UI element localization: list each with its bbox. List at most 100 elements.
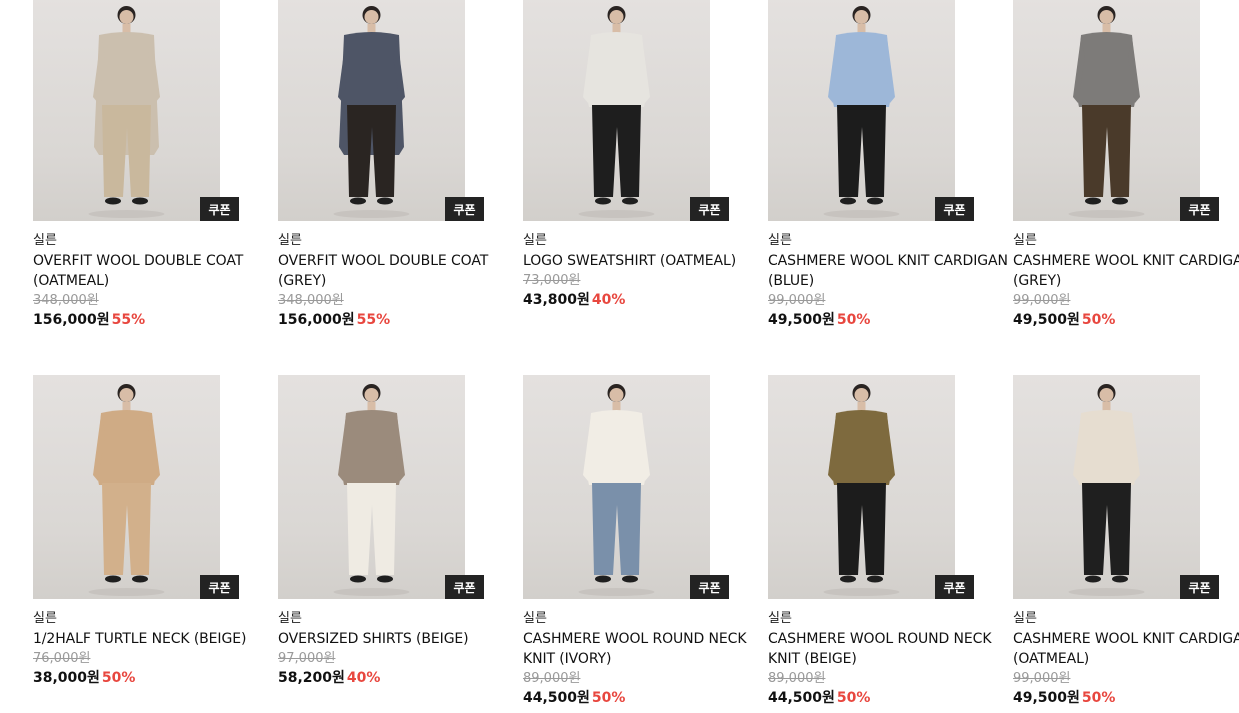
sale-price: 44,500원 [523, 690, 590, 706]
coupon-badge: 쿠폰 [935, 197, 974, 221]
coupon-badge: 쿠폰 [1180, 575, 1219, 599]
sale-price: 49,500원 [768, 312, 835, 328]
original-price: 99,000원 [1013, 671, 1071, 686]
garment-top [96, 410, 157, 485]
brand-name: 실른 [768, 233, 792, 248]
product-photo [823, 6, 900, 218]
product-grid: 쿠폰 실른 OVERFIT WOOL DOUBLE COAT (OATMEAL)… [0, 0, 1239, 713]
discount-rate: 50% [591, 690, 626, 706]
brand-name: 실른 [1013, 611, 1037, 626]
product-card[interactable]: 쿠폰 실른 1/2HALF TURTLE NECK (BEIGE) 76,000… [14, 375, 246, 688]
discount-rate: 50% [836, 690, 871, 706]
product-thumbnail-link[interactable]: 쿠폰 [33, 0, 239, 221]
product-thumbnail-link[interactable]: 쿠폰 [278, 375, 484, 599]
sale-price: 156,000원 [278, 312, 355, 328]
product-card[interactable]: 쿠폰 실른 OVERFIT WOOL DOUBLE COAT (OATMEAL)… [14, 0, 243, 330]
discount-rate: 55% [111, 312, 146, 328]
product-photo [1068, 384, 1145, 596]
product-thumbnail-link[interactable]: 쿠폰 [1013, 0, 1219, 221]
product-name-link[interactable]: OVERFIT WOOL DOUBLE COAT (GREY) [278, 251, 518, 291]
original-price: 76,000원 [33, 651, 91, 666]
product-photo [578, 6, 655, 218]
discount-rate: 50% [1081, 690, 1116, 706]
discount-rate: 50% [101, 670, 136, 686]
product-name-link[interactable]: CASHMERE WOOL ROUND NECK KNIT (BEIGE) [768, 629, 1008, 669]
product-card[interactable]: 쿠폰 실른 CASHMERE WOOL KNIT CARDIGAN (OATME… [994, 375, 1239, 708]
brand-name: 실른 [1013, 233, 1037, 248]
original-price: 99,000원 [768, 293, 826, 308]
product-name-link[interactable]: CASHMERE WOOL ROUND NECK KNIT (IVORY) [523, 629, 763, 669]
product-thumbnail-link[interactable]: 쿠폰 [278, 0, 484, 221]
product-name-link[interactable]: LOGO SWEATSHIRT (OATMEAL) [523, 251, 763, 271]
product-name-link[interactable]: 1/2HALF TURTLE NECK (BEIGE) [33, 629, 273, 649]
sale-price: 43,800원 [523, 292, 590, 308]
brand-name: 실른 [33, 611, 57, 626]
product-card[interactable]: 쿠폰 실른 CASHMERE WOOL ROUND NECK KNIT (BEI… [749, 375, 992, 708]
discount-rate: 50% [836, 312, 871, 328]
garment-top [831, 410, 892, 485]
original-price: 348,000원 [33, 293, 99, 308]
garment-bottom [1082, 105, 1131, 197]
sale-price: 156,000원 [33, 312, 110, 328]
coupon-badge: 쿠폰 [1180, 197, 1219, 221]
coupon-badge: 쿠폰 [690, 575, 729, 599]
product-card[interactable]: 쿠폰 실른 OVERSIZED SHIRTS (BEIGE) 97,000원 5… [259, 375, 484, 688]
product-thumbnail-link[interactable]: 쿠폰 [523, 0, 729, 221]
sale-price: 58,200원 [278, 670, 345, 686]
brand-name: 실른 [278, 233, 302, 248]
discount-rate: 50% [1081, 312, 1116, 328]
brand-name: 실른 [33, 233, 57, 248]
garment-top [831, 32, 892, 107]
product-photo [88, 6, 165, 218]
garment-bottom [1082, 483, 1131, 575]
garment-bottom [592, 105, 641, 197]
product-photo [333, 384, 410, 596]
product-photo [88, 384, 165, 596]
product-card[interactable]: 쿠폰 실른 CASHMERE WOOL KNIT CARDIGAN (BLUE)… [749, 0, 1008, 330]
product-card[interactable]: 쿠폰 실른 LOGO SWEATSHIRT (OATMEAL) 73,000원 … [504, 0, 736, 310]
coupon-badge: 쿠폰 [690, 197, 729, 221]
discount-rate: 40% [591, 292, 626, 308]
garment-top [1076, 32, 1137, 107]
product-photo [333, 6, 410, 218]
original-price: 99,000원 [1013, 293, 1071, 308]
product-thumbnail-link[interactable]: 쿠폰 [33, 375, 239, 599]
brand-name: 실른 [523, 233, 547, 248]
garment-bottom [347, 483, 396, 575]
garment-bottom [102, 483, 151, 575]
garment-top [341, 410, 402, 485]
product-thumbnail-link[interactable]: 쿠폰 [768, 0, 974, 221]
coupon-badge: 쿠폰 [445, 197, 484, 221]
original-price: 97,000원 [278, 651, 336, 666]
product-card[interactable]: 쿠폰 실른 OVERFIT WOOL DOUBLE COAT (GREY) 34… [259, 0, 488, 330]
product-thumbnail-link[interactable]: 쿠폰 [1013, 375, 1219, 599]
garment-top [1076, 410, 1137, 485]
product-card[interactable]: 쿠폰 실른 CASHMERE WOOL ROUND NECK KNIT (IVO… [504, 375, 747, 708]
sale-price: 38,000원 [33, 670, 100, 686]
garment-bottom [837, 483, 886, 575]
product-photo [823, 384, 900, 596]
garment-top [586, 410, 647, 485]
discount-rate: 40% [346, 670, 381, 686]
product-name-link[interactable]: CASHMERE WOOL KNIT CARDIGAN (OATMEAL) [1013, 629, 1239, 669]
original-price: 89,000원 [768, 671, 826, 686]
coupon-badge: 쿠폰 [200, 575, 239, 599]
product-thumbnail-link[interactable]: 쿠폰 [523, 375, 729, 599]
sale-price: 49,500원 [1013, 312, 1080, 328]
original-price: 89,000원 [523, 671, 581, 686]
original-price: 73,000원 [523, 273, 581, 288]
product-card[interactable]: 쿠폰 실른 CASHMERE WOOL KNIT CARDIGAN (GREY)… [994, 0, 1239, 330]
sale-price: 49,500원 [1013, 690, 1080, 706]
brand-name: 실른 [278, 611, 302, 626]
garment-top [586, 32, 647, 107]
product-name-link[interactable]: CASHMERE WOOL KNIT CARDIGAN (GREY) [1013, 251, 1239, 291]
garment-bottom [837, 105, 886, 197]
product-name-link[interactable]: OVERSIZED SHIRTS (BEIGE) [278, 629, 518, 649]
coupon-badge: 쿠폰 [200, 197, 239, 221]
coupon-badge: 쿠폰 [935, 575, 974, 599]
product-thumbnail-link[interactable]: 쿠폰 [768, 375, 974, 599]
product-photo [578, 384, 655, 596]
original-price: 348,000원 [278, 293, 344, 308]
product-name-link[interactable]: CASHMERE WOOL KNIT CARDIGAN (BLUE) [768, 251, 1008, 291]
product-name-link[interactable]: OVERFIT WOOL DOUBLE COAT (OATMEAL) [33, 251, 273, 291]
